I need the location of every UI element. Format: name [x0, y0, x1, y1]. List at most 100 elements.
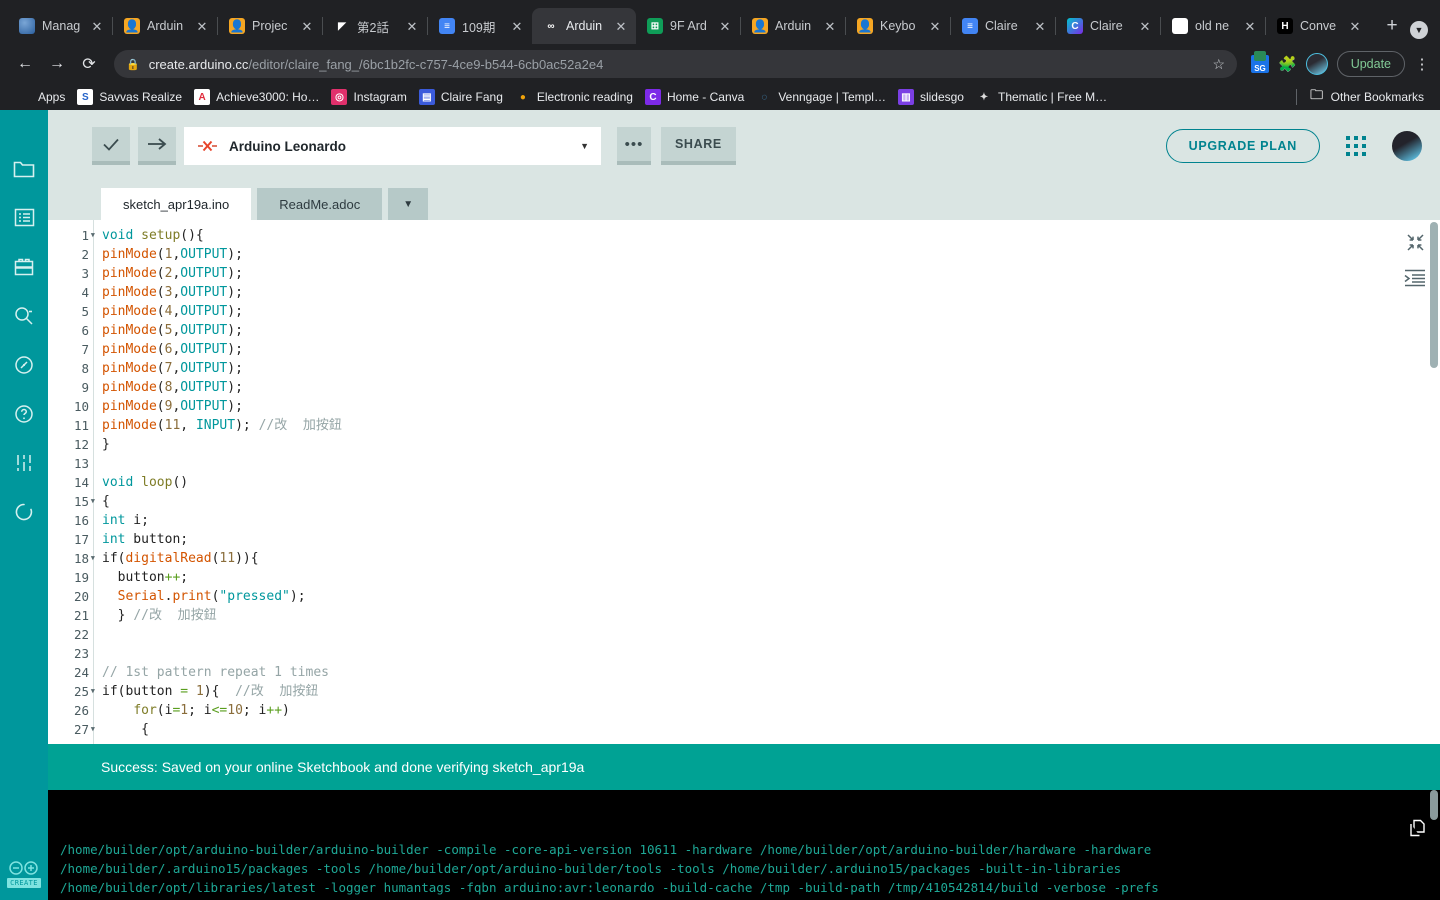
bookmark-item[interactable]: ● Electronic reading	[509, 87, 639, 107]
more-options-button[interactable]: •••	[617, 127, 651, 165]
sidebar-item-monitor[interactable]	[0, 340, 48, 389]
browser-tab[interactable]: Arduin ✕	[113, 8, 217, 44]
console-scrollbar[interactable]	[1430, 790, 1438, 900]
address-bar[interactable]: 🔒 create.arduino.cc/editor/claire_fang_/…	[114, 50, 1237, 78]
bookmark-item[interactable]: ▥ slidesgo	[892, 87, 970, 107]
chrome-menu-icon[interactable]: ⋮	[1414, 57, 1430, 72]
user-avatar[interactable]	[1392, 131, 1422, 161]
code-token: int	[102, 513, 126, 528]
close-icon[interactable]: ✕	[823, 19, 837, 33]
upgrade-plan-button[interactable]: UPGRADE PLAN	[1165, 129, 1320, 163]
close-icon[interactable]: ✕	[90, 19, 104, 33]
tab-strip: Manag✕Arduin✕Projec✕◤第2話✕≡109期✕∞Arduin✕⊞…	[0, 0, 1440, 44]
code-fold-icon[interactable]: ▼	[91, 682, 95, 701]
close-icon[interactable]: ✕	[300, 19, 314, 33]
editor-scrollbar[interactable]	[1430, 220, 1438, 744]
extensions-puzzle-icon[interactable]: 🧩	[1278, 55, 1297, 73]
arrow-right-icon	[148, 138, 167, 150]
verify-button[interactable]	[92, 127, 130, 165]
back-button[interactable]: ←	[10, 49, 40, 79]
profile-avatar-icon[interactable]	[1305, 53, 1328, 75]
chevron-down-icon[interactable]: ▼	[580, 141, 589, 151]
code-line: pinMode(1,OUTPUT);	[102, 245, 1440, 264]
code-content[interactable]: void setup(){pinMode(1,OUTPUT); pinMode(2…	[94, 220, 1440, 744]
bookmark-item[interactable]: Apps	[10, 87, 71, 107]
bookmark-item[interactable]: ◎ Instagram	[325, 87, 412, 107]
code-fold-icon[interactable]: ▼	[91, 492, 95, 511]
grammarly-extension-icon[interactable]: SG	[1251, 51, 1269, 73]
browser-tab[interactable]: ∞ Arduin ✕	[532, 8, 636, 44]
code-token: 11	[164, 418, 181, 433]
line-number: 25 ▼	[73, 682, 95, 701]
copy-icon[interactable]	[1337, 800, 1426, 861]
bookmark-item[interactable]: ▤ Claire Fang	[413, 87, 509, 107]
line-number: 20	[73, 589, 89, 604]
sidebar-item-examples[interactable]	[0, 193, 48, 242]
bookmark-item[interactable]: S Savvas Realize	[71, 87, 188, 107]
reload-button[interactable]: ⟳	[74, 49, 104, 79]
browser-tab[interactable]: H Conve ✕	[1266, 8, 1370, 44]
code-token: pinMode	[102, 304, 157, 319]
code-token: );	[227, 342, 243, 357]
code-token: pinMode	[102, 323, 157, 338]
new-tab-button[interactable]: +	[1378, 12, 1406, 40]
bookmark-star-icon[interactable]: ☆	[1212, 56, 1225, 73]
sidebar-item-libraries[interactable]	[0, 242, 48, 291]
browser-tab[interactable]: ≡ Claire ✕	[951, 8, 1055, 44]
close-icon[interactable]: ✕	[1138, 19, 1152, 33]
close-icon[interactable]: ✕	[510, 19, 524, 33]
browser-tab[interactable]: ⊞ 9F Ard ✕	[636, 8, 740, 44]
auto-indent-icon[interactable]	[1404, 269, 1426, 287]
toolbox-icon	[14, 258, 34, 275]
file-tab-readme[interactable]: ReadMe.adoc	[257, 188, 383, 220]
browser-tab[interactable]: Manag ✕	[8, 8, 112, 44]
sidebar-item-help[interactable]	[0, 389, 48, 438]
browser-tab[interactable]: ≡ 109期 ✕	[428, 8, 532, 44]
close-icon[interactable]: ✕	[1243, 19, 1257, 33]
share-button[interactable]: SHARE	[661, 127, 736, 165]
file-tabs-dropdown[interactable]: ▼	[388, 188, 429, 220]
code-fold-icon[interactable]: ▼	[91, 720, 95, 739]
close-icon[interactable]: ✕	[405, 19, 419, 33]
bookmark-item[interactable]: ◌ Venngage | Templ…	[750, 87, 892, 107]
code-token: )){	[235, 551, 259, 566]
chevron-down-icon[interactable]: ▼	[1410, 21, 1428, 39]
close-icon[interactable]: ✕	[928, 19, 942, 33]
browser-tab-label: 9F Ard	[670, 19, 707, 33]
line-number: 9	[81, 380, 89, 395]
board-selector[interactable]: Arduino Leonardo ▼	[184, 127, 601, 165]
upload-button[interactable]	[138, 127, 176, 165]
build-console[interactable]: /home/builder/opt/arduino-builder/arduin…	[48, 790, 1440, 900]
close-icon[interactable]: ✕	[1033, 19, 1047, 33]
sidebar-item-preferences[interactable]	[0, 438, 48, 487]
collapse-all-icon[interactable]	[1406, 234, 1424, 251]
browser-tab[interactable]: Projec ✕	[218, 8, 322, 44]
code-fold-icon[interactable]: ▼	[91, 226, 95, 245]
other-bookmarks[interactable]: 🗀 Other Bookmarks	[1303, 87, 1430, 107]
browser-tab[interactable]: Keybo ✕	[846, 8, 950, 44]
omnibox-row: ← → ⟳ 🔒 create.arduino.cc/editor/claire_…	[0, 44, 1440, 84]
close-icon[interactable]: ✕	[1348, 19, 1362, 33]
file-tab-sketch[interactable]: sketch_apr19a.ino	[101, 188, 252, 220]
bookmark-item[interactable]: C Home - Canva	[639, 87, 750, 107]
close-icon[interactable]: ✕	[718, 19, 732, 33]
code-line: } //改 加按鈕	[102, 606, 1440, 625]
sidebar-item-reference[interactable]	[0, 291, 48, 340]
forward-button[interactable]: →	[42, 49, 72, 79]
bookmark-item[interactable]: A Achieve3000: Ho…	[188, 87, 325, 107]
grid-apps-icon[interactable]	[1346, 136, 1366, 156]
code-editor[interactable]: 1 ▼ 2 3 4 5 6 7 8 9 10 11 12 13 14 15 ▼ 16 17 18 ▼ 19 20 21 22 23…	[48, 220, 1440, 744]
code-token: OUTPUT	[180, 361, 228, 376]
sidebar-item-sketchbook[interactable]	[0, 144, 48, 193]
close-icon[interactable]: ✕	[614, 19, 628, 33]
update-button[interactable]: Update	[1336, 51, 1405, 77]
bookmark-item[interactable]: ✦ Thematic | Free M…	[970, 87, 1113, 107]
code-fold-icon[interactable]: ▼	[91, 549, 95, 568]
browser-tab[interactable]: C Claire ✕	[1056, 8, 1160, 44]
close-icon[interactable]: ✕	[195, 19, 209, 33]
browser-tab[interactable]: ◤ 第2話 ✕	[323, 8, 427, 44]
browser-tab[interactable]: Arduin ✕	[741, 8, 845, 44]
sidebar-item-sync[interactable]	[0, 487, 48, 536]
browser-tab[interactable]: Gold ne ✕	[1161, 8, 1265, 44]
code-token: void	[102, 228, 134, 243]
